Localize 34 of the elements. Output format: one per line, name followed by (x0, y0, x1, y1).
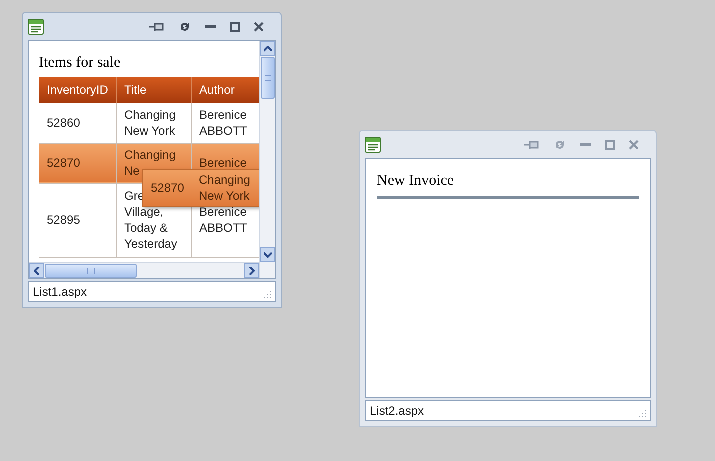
refresh-icon[interactable] (179, 20, 191, 32)
horizontal-scrollbar[interactable] (29, 262, 259, 278)
maximize-icon[interactable] (230, 22, 240, 32)
resize-grip-icon[interactable] (639, 410, 647, 418)
pin-icon[interactable] (524, 140, 540, 150)
close-icon[interactable] (629, 140, 639, 150)
table-cell: 52870 (39, 143, 116, 183)
column-header[interactable]: Title (116, 77, 191, 103)
table-row[interactable]: 52860 Changing New York Berenice ABBOTT (39, 103, 259, 143)
window-icon (365, 136, 381, 152)
page-heading: Items for sale (39, 54, 122, 73)
table-cell: Changing New York (116, 103, 191, 143)
column-header[interactable]: Author (191, 77, 259, 103)
close-icon[interactable] (254, 22, 264, 32)
page-heading: New Invoice (377, 171, 639, 199)
scroll-up-icon[interactable] (264, 46, 272, 52)
window-icon (28, 18, 44, 34)
scroll-down-icon[interactable] (264, 252, 272, 258)
table-cell: 52860 (39, 103, 116, 143)
pin-icon[interactable] (149, 22, 165, 32)
drag-preview-text: 52870 (151, 180, 186, 196)
scroll-right-icon[interactable] (248, 266, 254, 274)
status-text: List1.aspx (33, 284, 88, 300)
minimize-icon[interactable] (205, 24, 216, 28)
scroll-left-icon[interactable] (34, 266, 40, 274)
maximize-icon[interactable] (605, 140, 615, 150)
column-header[interactable]: InventoryID (39, 77, 116, 103)
minimize-icon[interactable] (580, 142, 591, 146)
status-text: List2.aspx (370, 402, 424, 420)
resize-grip-icon[interactable] (264, 291, 272, 299)
vertical-scrollbar[interactable] (259, 41, 275, 278)
scroll-thumb[interactable] (260, 57, 274, 99)
scroll-thumb[interactable] (45, 264, 137, 278)
table-cell: 52895 (39, 183, 116, 257)
